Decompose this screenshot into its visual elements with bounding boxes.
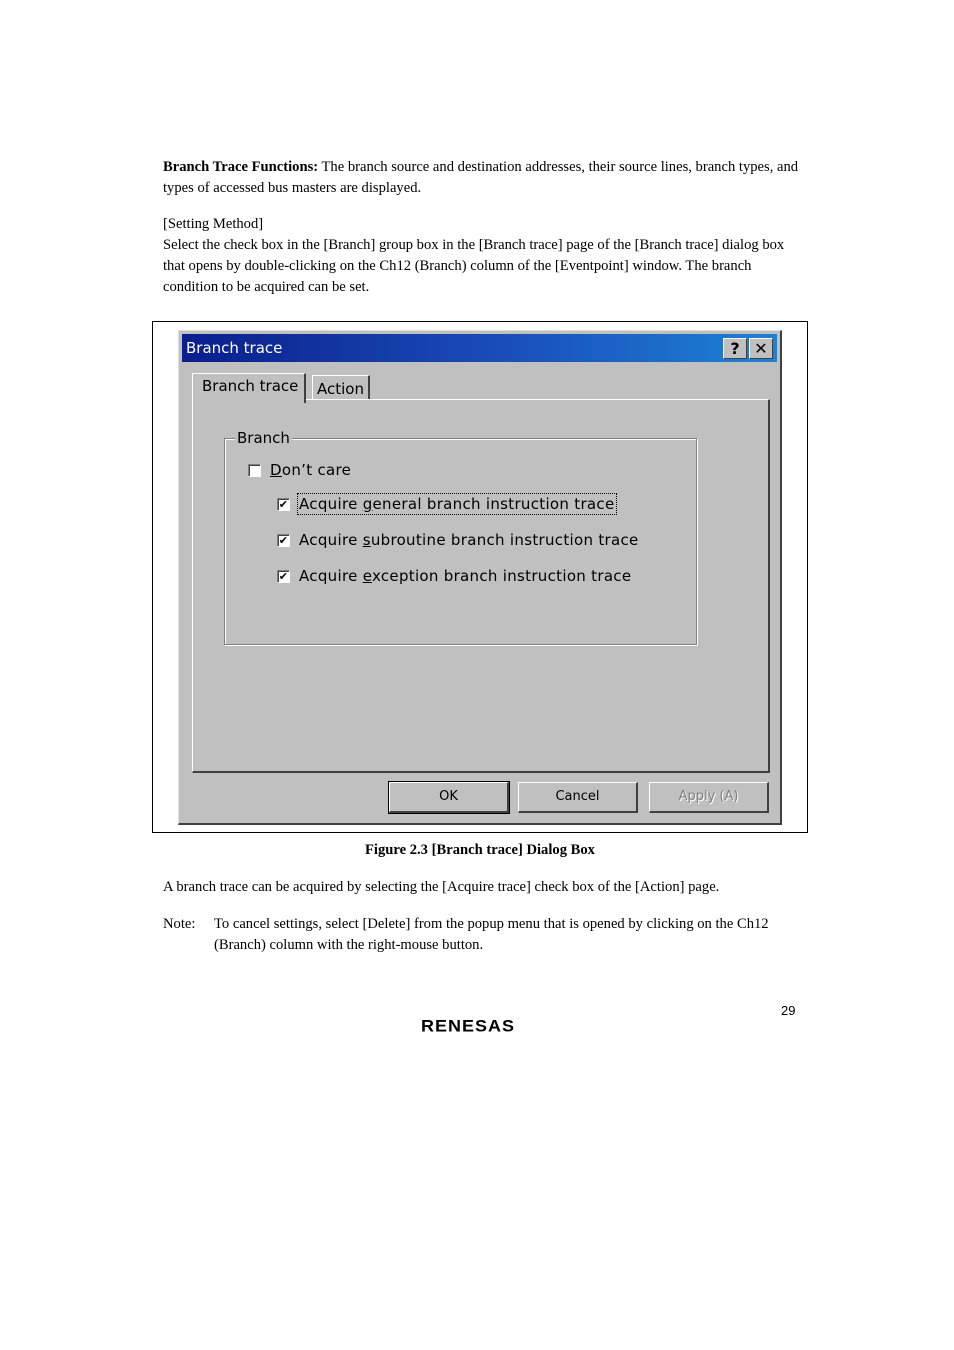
renesas-logo: RENESAS (421, 1017, 516, 1036)
dont-care-label: Don’t care (270, 461, 352, 479)
general-branch-label: Acquire general branch instruction trace (297, 493, 617, 515)
tab-branch-trace[interactable]: Branch trace (192, 373, 307, 403)
page-number: 29 (781, 1003, 796, 1018)
setting-heading: [Setting Method] (163, 216, 264, 232)
subroutine-branch-option[interactable]: ✔ Acquire subroutine branch instruction … (277, 531, 639, 549)
close-icon: ✕ (754, 339, 768, 358)
dialog-title: Branch trace (186, 339, 283, 357)
close-button[interactable]: ✕ (749, 338, 773, 359)
note-text: To cancel settings, select [Delete] from… (214, 916, 769, 953)
ok-button[interactable]: OK (388, 781, 510, 814)
general-branch-option[interactable]: ✔ Acquire general branch instruction tra… (277, 493, 617, 515)
setting-text: Select the check box in the [Branch] gro… (163, 237, 785, 295)
help-icon: ? (730, 339, 740, 358)
general-branch-checkbox[interactable]: ✔ (277, 497, 290, 511)
intro-heading: Branch Trace Functions: (163, 159, 319, 175)
exception-branch-option[interactable]: ✔ Acquire exception branch instruction t… (277, 567, 631, 585)
intro-paragraph: Branch Trace Functions: The branch sourc… (163, 157, 803, 199)
cancel-button[interactable]: Cancel (518, 782, 638, 813)
note-label: Note: (163, 916, 196, 932)
subroutine-branch-checkbox[interactable]: ✔ (277, 533, 290, 547)
dont-care-option[interactable]: Don’t care (248, 461, 351, 479)
apply-button[interactable]: Apply (A) (649, 782, 769, 813)
exception-branch-checkbox[interactable]: ✔ (277, 569, 290, 583)
exception-branch-label: Acquire exception branch instruction tra… (299, 567, 632, 585)
setting-method-paragraph: [Setting Method] Select the check box in… (163, 214, 803, 298)
title-bar[interactable]: Branch trace ? ✕ (182, 334, 777, 362)
action-paragraph: A branch trace can be acquired by select… (163, 879, 720, 895)
dont-care-checkbox[interactable] (248, 463, 261, 477)
tab-action[interactable]: Action (312, 375, 370, 400)
branch-trace-page: Branch Don’t care ✔ Acquire general bran… (192, 399, 770, 773)
subroutine-branch-label: Acquire subroutine branch instruction tr… (299, 531, 639, 549)
branch-group-label: Branch (235, 429, 292, 447)
branch-trace-dialog: Branch trace ? ✕ Branch trace Action Bra… (178, 330, 782, 825)
help-button[interactable]: ? (723, 338, 747, 359)
figure-caption: Figure 2.3 [Branch trace] Dialog Box (365, 842, 595, 858)
branch-groupbox: Branch Don’t care ✔ Acquire general bran… (224, 429, 697, 645)
